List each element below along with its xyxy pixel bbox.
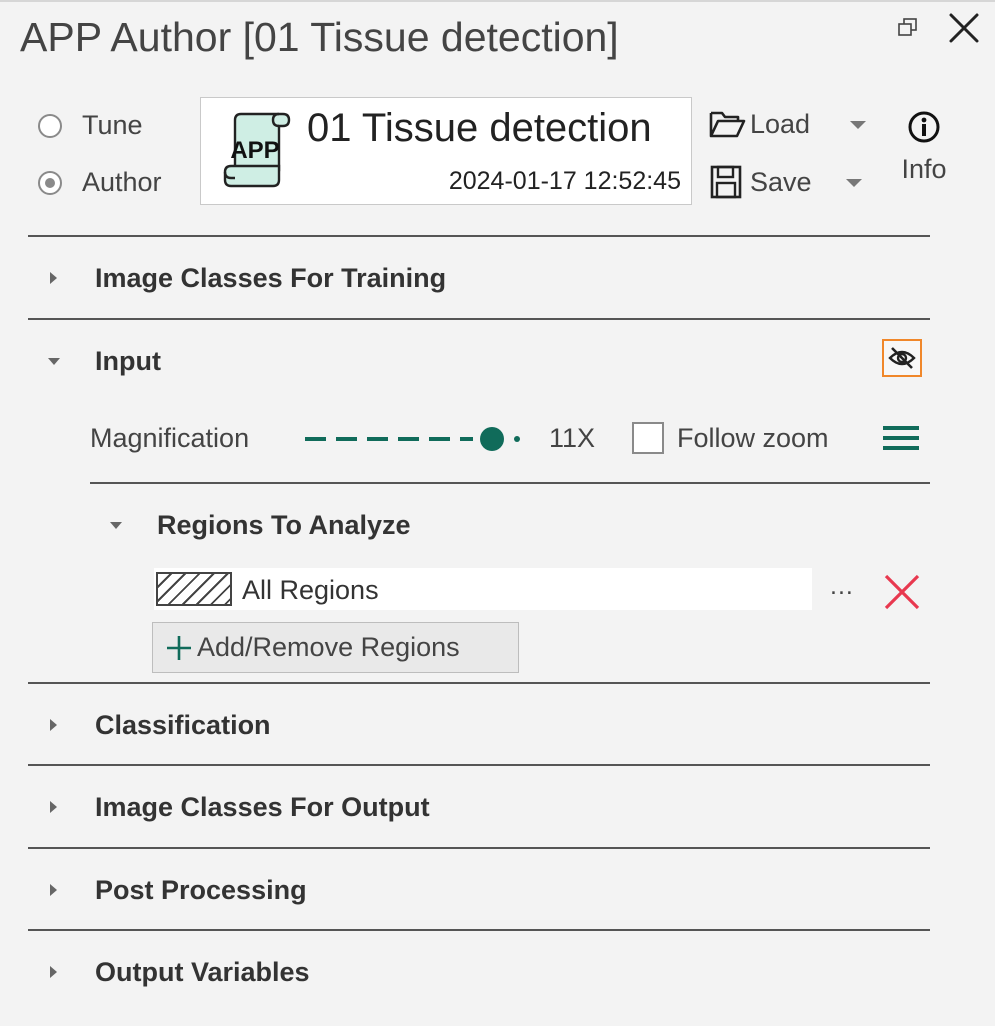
radio-tune[interactable] bbox=[38, 113, 62, 138]
mode-tune-label: Tune bbox=[82, 110, 143, 140]
mode-author-label: Author bbox=[82, 167, 162, 197]
load-button[interactable]: Load bbox=[708, 108, 810, 140]
save-button[interactable]: Save bbox=[708, 164, 812, 200]
section-label: Input bbox=[95, 345, 161, 376]
section-label: Post Processing bbox=[95, 874, 307, 905]
section-label: Image Classes For Training bbox=[95, 262, 447, 293]
section-image-classes-training[interactable]: Image Classes For Training bbox=[28, 237, 930, 319]
expand-triangle-icon bbox=[50, 966, 57, 978]
follow-zoom-label: Follow zoom bbox=[677, 423, 829, 453]
close-icon[interactable] bbox=[942, 6, 986, 50]
region-row-all-regions[interactable]: All Regions bbox=[154, 568, 812, 610]
app-card[interactable]: APP 01 Tissue detection 2024-01-17 12:52… bbox=[200, 97, 692, 205]
window-title: APP Author [01 Tissue detection] bbox=[20, 14, 619, 60]
expand-triangle-icon bbox=[50, 272, 57, 284]
expand-triangle-icon bbox=[50, 719, 57, 731]
magnification-value: 11X bbox=[549, 423, 596, 453]
magnification-label: Magnification bbox=[90, 423, 250, 453]
add-remove-label: Add/Remove Regions bbox=[197, 632, 460, 662]
folder-open-icon bbox=[709, 111, 746, 138]
collapse-triangle-icon bbox=[48, 357, 60, 365]
app-name: 01 Tissue detection bbox=[307, 106, 652, 150]
follow-zoom-checkbox[interactable] bbox=[632, 422, 664, 454]
section-label: Output Variables bbox=[95, 956, 310, 987]
section-regions-to-analyze[interactable]: Regions To Analyze bbox=[90, 484, 930, 566]
app-scroll-icon: APP bbox=[221, 110, 293, 190]
floppy-disk-icon bbox=[710, 165, 742, 199]
section-post-processing[interactable]: Post Processing bbox=[28, 849, 930, 931]
eye-slash-icon bbox=[888, 347, 916, 369]
app-timestamp: 2024-01-17 12:52:45 bbox=[448, 167, 681, 195]
section-label: Regions To Analyze bbox=[157, 509, 411, 540]
section-label: Image Classes For Output bbox=[95, 791, 430, 822]
hamburger-menu-icon[interactable] bbox=[882, 423, 920, 453]
load-dropdown-arrow[interactable] bbox=[850, 121, 866, 129]
app-icon-text: APP bbox=[230, 137, 279, 164]
info-label: Info bbox=[901, 154, 947, 184]
restore-window-icon[interactable] bbox=[896, 16, 920, 40]
collapse-triangle-icon bbox=[110, 521, 122, 529]
visibility-toggle-button[interactable] bbox=[882, 339, 922, 377]
region-more-button[interactable]: ... bbox=[830, 572, 854, 601]
section-classification[interactable]: Classification bbox=[28, 684, 930, 766]
expand-triangle-icon bbox=[50, 884, 57, 896]
red-x-icon[interactable] bbox=[880, 570, 924, 614]
hatch-pattern-swatch bbox=[156, 572, 232, 606]
save-dropdown-arrow[interactable] bbox=[846, 179, 862, 187]
info-circle-icon bbox=[908, 111, 940, 143]
section-input[interactable]: Input bbox=[28, 320, 930, 402]
load-label: Load bbox=[750, 108, 811, 139]
radio-author[interactable] bbox=[38, 170, 62, 195]
save-label: Save bbox=[750, 166, 812, 197]
region-label: All Regions bbox=[242, 575, 379, 605]
expand-triangle-icon bbox=[50, 801, 57, 813]
mode-option-tune[interactable]: Tune bbox=[38, 110, 143, 141]
section-image-classes-output[interactable]: Image Classes For Output bbox=[28, 766, 930, 848]
section-label: Classification bbox=[95, 709, 271, 740]
magnification-slider[interactable] bbox=[305, 424, 523, 454]
info-button[interactable]: Info bbox=[894, 110, 954, 185]
add-remove-regions-button[interactable]: Add/Remove Regions bbox=[152, 622, 519, 673]
top-border bbox=[0, 0, 995, 2]
plus-icon bbox=[167, 635, 191, 660]
mode-option-author[interactable]: Author bbox=[38, 167, 162, 198]
section-output-variables[interactable]: Output Variables bbox=[28, 931, 930, 1013]
